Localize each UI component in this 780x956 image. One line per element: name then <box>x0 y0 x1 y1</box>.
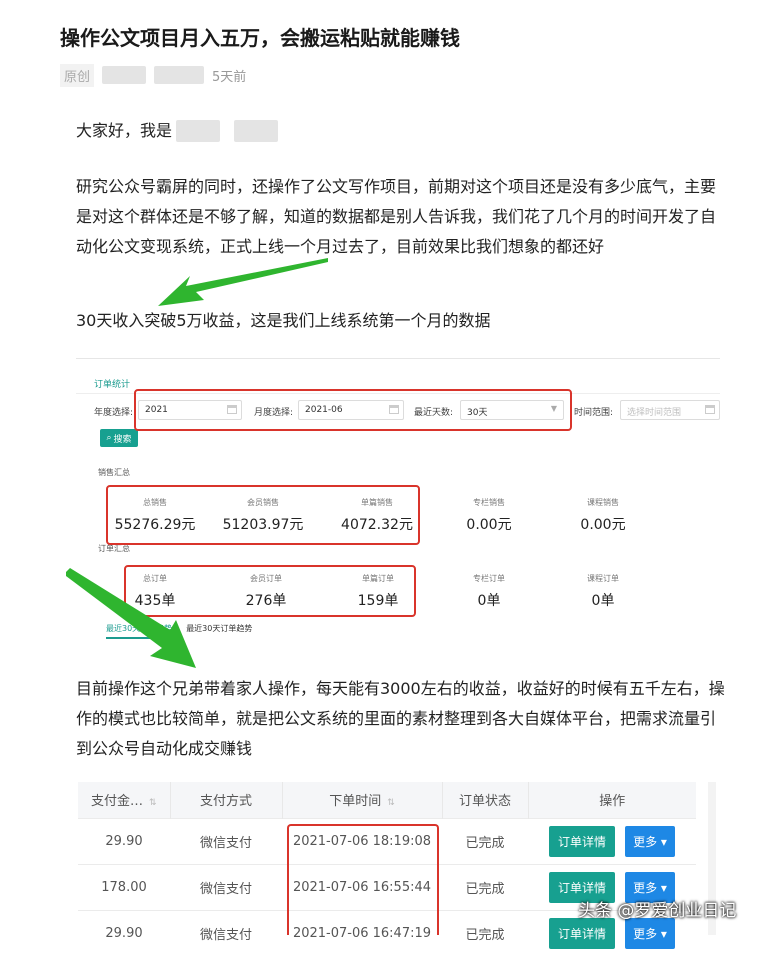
stat-value: 0.00元 <box>580 517 626 533</box>
col-time-label: 下单时间 <box>329 794 382 810</box>
order-stats-screenshot: 订单统计 年度选择: 2021 月度选择: 2021-06 最近天数: 30天 … <box>76 358 720 640</box>
stat-value: 0单 <box>477 593 501 609</box>
article-title: 操作公文项目月入五万，会搬运粘贴就能赚钱 <box>60 26 460 50</box>
calendar-icon <box>705 405 715 414</box>
stat-value: 0.00元 <box>466 517 512 533</box>
stat-label: 课程销售 <box>587 498 619 507</box>
sort-icon[interactable]: ⇅ <box>149 798 157 808</box>
more-label: 更多 <box>633 834 658 849</box>
publish-time: 5天前 <box>212 69 247 85</box>
tab-orders-trend[interactable]: 最近30天订单趋势 <box>186 623 252 639</box>
highlight-order-times <box>287 824 439 935</box>
stat-label: 专栏订单 <box>473 574 505 583</box>
original-tag: 原创 <box>60 63 95 87</box>
search-label: 搜索 <box>113 434 132 445</box>
col-time[interactable]: 下单时间 ⇅ <box>282 782 443 818</box>
order-detail-button[interactable]: 订单详情 <box>549 917 616 949</box>
stat-course-orders: 课程订单 0单 <box>548 573 658 610</box>
sales-section-label: 销售汇总 <box>98 468 130 477</box>
range-input[interactable]: 选择时间范围 <box>620 400 720 420</box>
trend-tabs: 最近30天销售趋势 最近30天订单趋势 <box>106 623 252 639</box>
col-actions: 操作 <box>528 782 696 818</box>
highlight-orders <box>124 565 416 617</box>
article-meta: 原创 5天前 <box>60 63 247 87</box>
stat-column-sales: 专栏销售 0.00元 <box>434 497 544 534</box>
stat-column-orders: 专栏订单 0单 <box>434 573 544 610</box>
highlight-filters <box>134 389 572 431</box>
chevron-down-icon: ▾ <box>660 926 667 941</box>
col-status-label: 订单状态 <box>458 794 511 810</box>
watermark: 头条 @罗爱创业日记 <box>578 901 737 921</box>
col-status: 订单状态 <box>442 782 529 818</box>
cell-amount: 29.90 <box>78 909 170 956</box>
more-label: 更多 <box>633 880 658 895</box>
sort-icon[interactable]: ⇅ <box>387 798 395 808</box>
tab-sales-trend[interactable]: 最近30天销售趋势 <box>106 623 173 639</box>
cell-amount: 29.90 <box>78 817 170 864</box>
greeting-text: 大家好，我是 <box>76 121 173 140</box>
highlight-sales <box>106 485 420 545</box>
green-arrow-icon <box>158 258 328 306</box>
col-actions-label: 操作 <box>599 794 626 810</box>
more-button[interactable]: 更多 ▾ <box>625 825 675 857</box>
search-button[interactable]: ⌕ 搜索 <box>100 429 138 447</box>
greeting-paragraph: 大家好，我是 <box>76 116 726 146</box>
more-button[interactable]: 更多 ▾ <box>625 917 675 949</box>
range-placeholder: 选择时间范围 <box>627 408 682 418</box>
blurred-name <box>176 120 221 142</box>
col-amount[interactable]: 支付金… ⇅ <box>78 782 171 818</box>
paragraph-operation: 目前操作这个兄弟带着家人操作，每天能有3000左右的收益，收益好的时候有五千左右… <box>76 679 725 758</box>
search-icon: ⌕ <box>106 433 112 443</box>
col-method-label: 支付方式 <box>199 794 252 810</box>
table-header-row: 支付金… ⇅ 支付方式 下单时间 ⇅ 订单状态 操作 <box>78 782 696 818</box>
col-amount-label: 支付金… <box>90 794 143 810</box>
year-label: 年度选择: <box>94 408 134 418</box>
paragraph-intro: 研究公众号霸屏的同时，还操作了公文写作项目，前期对这个项目还是没有多少底气，主要… <box>76 177 717 256</box>
cell-method: 微信支付 <box>170 817 282 864</box>
chevron-down-icon: ▾ <box>660 834 667 849</box>
cell-amount: 178.00 <box>78 863 170 910</box>
cell-status: 已完成 <box>442 909 528 956</box>
col-method: 支付方式 <box>170 782 283 818</box>
cell-method: 微信支付 <box>170 863 282 910</box>
stat-label: 课程订单 <box>587 574 619 583</box>
order-detail-button[interactable]: 订单详情 <box>549 825 616 857</box>
range-label: 时间范围: <box>574 408 614 418</box>
paragraph-income: 30天收入突破5万收益，这是我们上线系统第一个月的数据 <box>76 311 491 330</box>
chevron-down-icon: ▾ <box>660 880 667 895</box>
blurred-author <box>102 66 147 84</box>
cell-method: 微信支付 <box>170 909 282 956</box>
stat-course-sales: 课程销售 0.00元 <box>548 497 658 534</box>
blurred-account <box>154 66 205 84</box>
stat-value: 0单 <box>591 593 615 609</box>
tab-order-stats[interactable]: 订单统计 <box>94 377 130 390</box>
stat-label: 专栏销售 <box>473 498 505 507</box>
cell-actions: 订单详情 更多 ▾ <box>528 817 696 864</box>
more-label: 更多 <box>633 926 658 941</box>
cell-status: 已完成 <box>442 863 528 910</box>
cell-status: 已完成 <box>442 817 528 864</box>
blurred-name-2 <box>234 120 279 142</box>
